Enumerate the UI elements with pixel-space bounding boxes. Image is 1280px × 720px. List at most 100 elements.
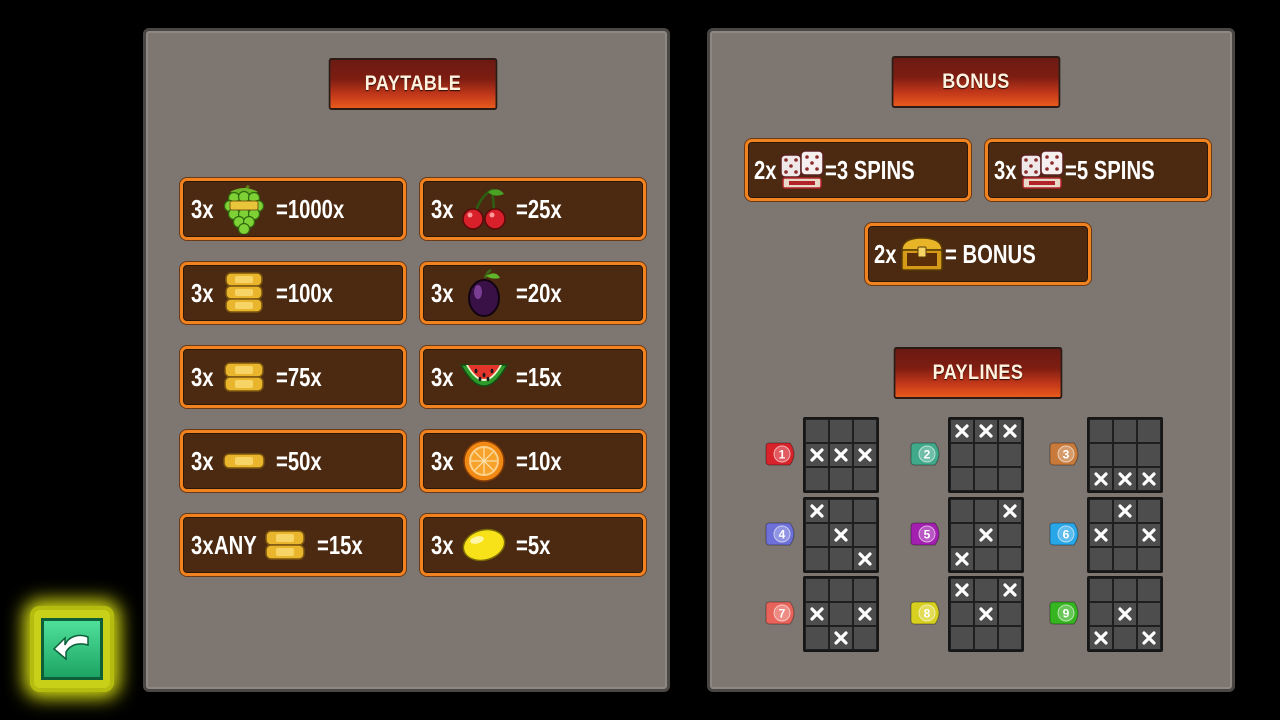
- payline-cell: [806, 627, 828, 649]
- payline-number-badge: 7: [764, 600, 800, 626]
- payline-cell-marked: [806, 603, 828, 625]
- payline-cell: [806, 468, 828, 490]
- payline-number: 9: [1063, 607, 1070, 621]
- bonus-item: 2x = BONUS: [865, 223, 1091, 285]
- paytable-row: 3x =75x: [180, 346, 406, 408]
- payline-cell-marked: [830, 627, 852, 649]
- back-button[interactable]: [30, 606, 114, 692]
- payline-cell-marked: [975, 420, 997, 442]
- payline-cell: [1090, 500, 1112, 522]
- payline-cell: [1114, 420, 1136, 442]
- gold-bars-2-icon: [257, 519, 313, 571]
- payline-number-badge: 9: [1048, 600, 1084, 626]
- paylines-title: PAYLINES: [893, 347, 1063, 399]
- paytable-count: 3x: [431, 445, 454, 476]
- payline-cell: [1090, 579, 1112, 601]
- x-mark-icon: [858, 607, 872, 621]
- payline-cell: [951, 444, 973, 466]
- x-mark-icon: [955, 583, 969, 597]
- payline-grid: [948, 417, 1024, 493]
- payline-cell-marked: [1090, 524, 1112, 546]
- payline-cell-marked: [951, 420, 973, 442]
- paytable-row: 3x ANY =15x: [180, 514, 406, 576]
- payline-number: 4: [779, 528, 786, 542]
- payline-cell: [806, 524, 828, 546]
- paytable-count: 3x: [431, 361, 454, 392]
- payline-cell: [999, 548, 1021, 570]
- scatter-dice-icon: [1015, 144, 1069, 196]
- payline-cell: [1138, 579, 1160, 601]
- payline-cell: [951, 627, 973, 649]
- payline-cell: [854, 524, 876, 546]
- bonus-item: 2x =3 SPINS: [745, 139, 971, 201]
- x-mark-icon: [1142, 472, 1156, 486]
- paytable-payout: =15x: [316, 529, 363, 560]
- bonus-result: = BONUS: [944, 238, 1036, 269]
- x-mark-icon: [1003, 504, 1017, 518]
- paytable-payout: =20x: [515, 277, 562, 308]
- paytable-payout: =75x: [275, 361, 322, 392]
- payline-grid: [1087, 417, 1163, 493]
- payline-cell-marked: [1090, 627, 1112, 649]
- paytable-any-label: ANY: [213, 529, 257, 560]
- payline-cell-marked: [830, 444, 852, 466]
- x-mark-icon: [955, 552, 969, 566]
- payline-number: 8: [924, 607, 931, 621]
- payline-grid: [803, 497, 879, 573]
- x-mark-icon: [1142, 528, 1156, 542]
- payline-cell: [830, 579, 852, 601]
- payline-cell: [1090, 420, 1112, 442]
- payline-cell-marked: [830, 524, 852, 546]
- payline-cell: [1090, 548, 1112, 570]
- payline-grid: [803, 576, 879, 652]
- payline-cell: [1138, 444, 1160, 466]
- x-mark-icon: [1003, 583, 1017, 597]
- paytable-row: 3x =10x: [420, 430, 646, 492]
- x-mark-icon: [1094, 631, 1108, 645]
- payline-cell: [830, 548, 852, 570]
- x-mark-icon: [1142, 631, 1156, 645]
- paytable-count: 3x: [431, 193, 454, 224]
- bonus-title: BONUS: [891, 56, 1061, 108]
- orange-icon: [456, 435, 512, 487]
- bonus-item: 3x =5 SPINS: [985, 139, 1211, 201]
- payline-cell: [951, 524, 973, 546]
- x-mark-icon: [1003, 424, 1017, 438]
- x-mark-icon: [810, 607, 824, 621]
- paytable-count: 3x: [191, 529, 214, 560]
- payline-cell: [975, 579, 997, 601]
- bonus-result: =3 SPINS: [824, 154, 915, 185]
- bonus-result: =5 SPINS: [1064, 154, 1155, 185]
- payline-number-badge: 2: [909, 441, 945, 467]
- bonus-count: 2x: [874, 238, 897, 269]
- payline-number: 7: [779, 607, 786, 621]
- payline-cell: [830, 468, 852, 490]
- payline-cell: [1114, 524, 1136, 546]
- payline-cell-marked: [854, 444, 876, 466]
- payline-cell-marked: [1114, 500, 1136, 522]
- payline-cell: [951, 500, 973, 522]
- paytable-payout: =50x: [275, 445, 322, 476]
- payline-cell: [854, 627, 876, 649]
- paytable-row: 3x =20x: [420, 262, 646, 324]
- paytable-title: PAYTABLE: [328, 58, 498, 110]
- bonus-count: 3x: [994, 154, 1017, 185]
- payline-cell-marked: [951, 579, 973, 601]
- x-mark-icon: [834, 528, 848, 542]
- x-mark-icon: [1118, 504, 1132, 518]
- payline-cell: [806, 579, 828, 601]
- paytable-row: 3x =25x: [420, 178, 646, 240]
- paytable-row: 3x =5x: [420, 514, 646, 576]
- payline-number-badge: 4: [764, 521, 800, 547]
- cherries-icon: [456, 183, 512, 235]
- payline-cell: [806, 420, 828, 442]
- x-mark-icon: [955, 424, 969, 438]
- payline-cell-marked: [806, 444, 828, 466]
- lemon-icon: [456, 519, 512, 571]
- back-button-face[interactable]: [41, 618, 103, 680]
- paytable-payout: =15x: [515, 361, 562, 392]
- payline-number-badge: 1: [764, 441, 800, 467]
- payline-grid: [1087, 576, 1163, 652]
- payline-number: 1: [779, 448, 786, 462]
- payline-cell: [806, 548, 828, 570]
